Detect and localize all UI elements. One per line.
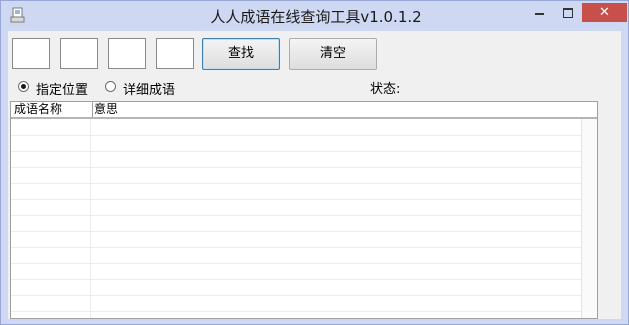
radio-position-label[interactable]: 指定位置 — [36, 79, 88, 98]
grid-line — [11, 215, 581, 216]
grid-line — [11, 247, 581, 248]
column-header-meaning[interactable]: 意思 — [91, 102, 574, 117]
list-header: 成语名称 意思 — [11, 102, 597, 119]
grid-line — [11, 199, 581, 200]
minimize-button[interactable] — [525, 3, 553, 22]
results-list[interactable]: 成语名称 意思 — [10, 101, 598, 319]
grid-line — [11, 263, 581, 264]
maximize-icon — [563, 8, 573, 18]
status-label: 状态: — [370, 82, 401, 97]
radio-detail-option[interactable]: 详细成语 — [105, 79, 185, 98]
char-input-1[interactable] — [12, 38, 50, 69]
grid-line — [11, 167, 581, 168]
grid-line — [11, 183, 581, 184]
close-icon: ✕ — [599, 5, 610, 20]
clear-button[interactable]: 清空 — [289, 38, 377, 70]
maximize-button[interactable] — [554, 3, 581, 22]
column-divider — [90, 119, 91, 318]
grid-line — [11, 279, 581, 280]
radio-detail[interactable] — [105, 81, 116, 92]
grid-line — [11, 231, 581, 232]
radio-position[interactable] — [18, 81, 29, 92]
vertical-scrollbar[interactable] — [581, 119, 597, 318]
app-window: 人人成语在线查询工具v1.0.1.2 ✕ 查找 清空 指定位置 详细成语 状态: — [0, 0, 629, 325]
char-input-4[interactable] — [156, 38, 194, 69]
close-button[interactable]: ✕ — [582, 3, 627, 22]
char-input-3[interactable] — [108, 38, 146, 69]
app-icon — [10, 7, 25, 23]
radio-detail-label[interactable]: 详细成语 — [123, 79, 175, 98]
grid-line — [11, 151, 581, 152]
radio-position-option[interactable]: 指定位置 — [18, 79, 98, 98]
column-header-name[interactable]: 成语名称 — [11, 102, 93, 117]
minimize-icon — [535, 13, 544, 15]
radio-selected-dot — [21, 84, 26, 89]
grid-line — [11, 135, 581, 136]
window-title: 人人成语在线查询工具v1.0.1.2 — [210, 8, 422, 26]
search-button[interactable]: 查找 — [202, 38, 280, 70]
main-panel: 查找 清空 指定位置 详细成语 状态: 成语名称 意思 — [8, 31, 621, 319]
grid-line — [11, 311, 581, 312]
char-input-2[interactable] — [60, 38, 98, 69]
title-bar[interactable]: 人人成语在线查询工具v1.0.1.2 ✕ — [1, 1, 628, 31]
grid-line — [11, 295, 581, 296]
